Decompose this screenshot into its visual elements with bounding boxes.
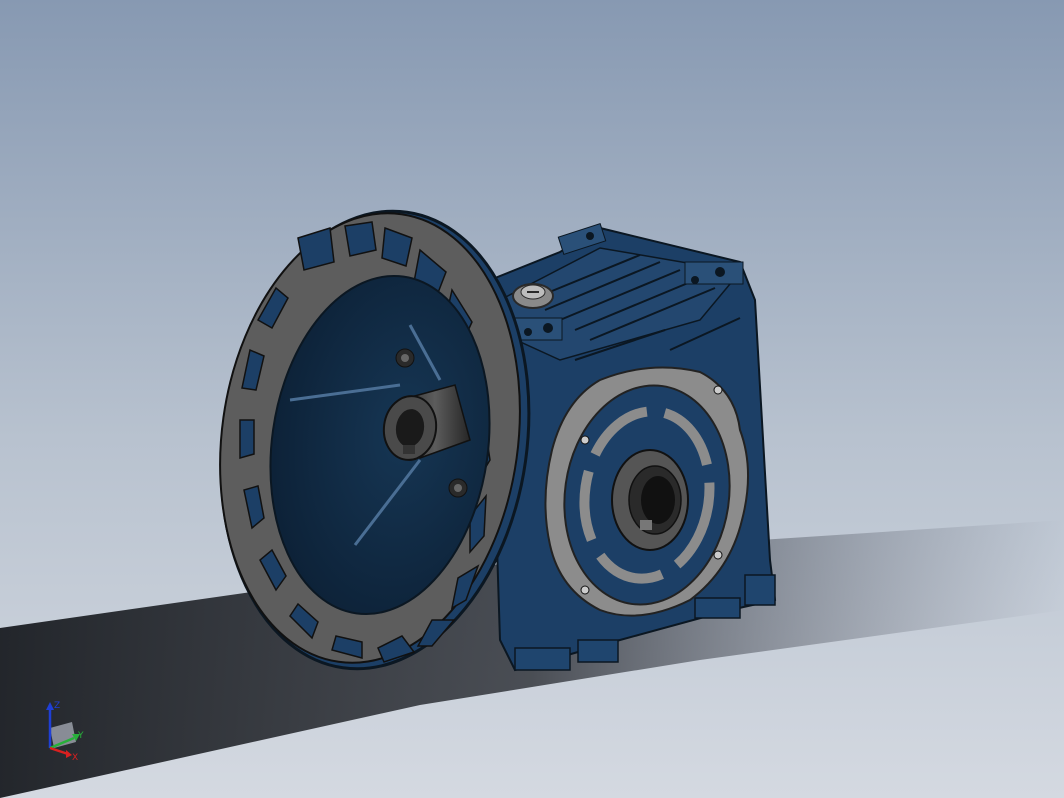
triad-plane [50, 722, 76, 748]
z-arrow-icon [46, 702, 54, 710]
y-label: Y [77, 731, 84, 741]
z-label: Z [54, 701, 60, 711]
orientation-triad[interactable]: Z Y X [40, 698, 90, 762]
graphics-viewport[interactable]: Z Y X [0, 0, 1064, 798]
breather-plug[interactable] [512, 283, 554, 309]
x-axis [49, 746, 69, 756]
output-bore[interactable] [641, 476, 675, 524]
x-label: X [72, 753, 78, 762]
model-scene[interactable] [0, 0, 1064, 798]
